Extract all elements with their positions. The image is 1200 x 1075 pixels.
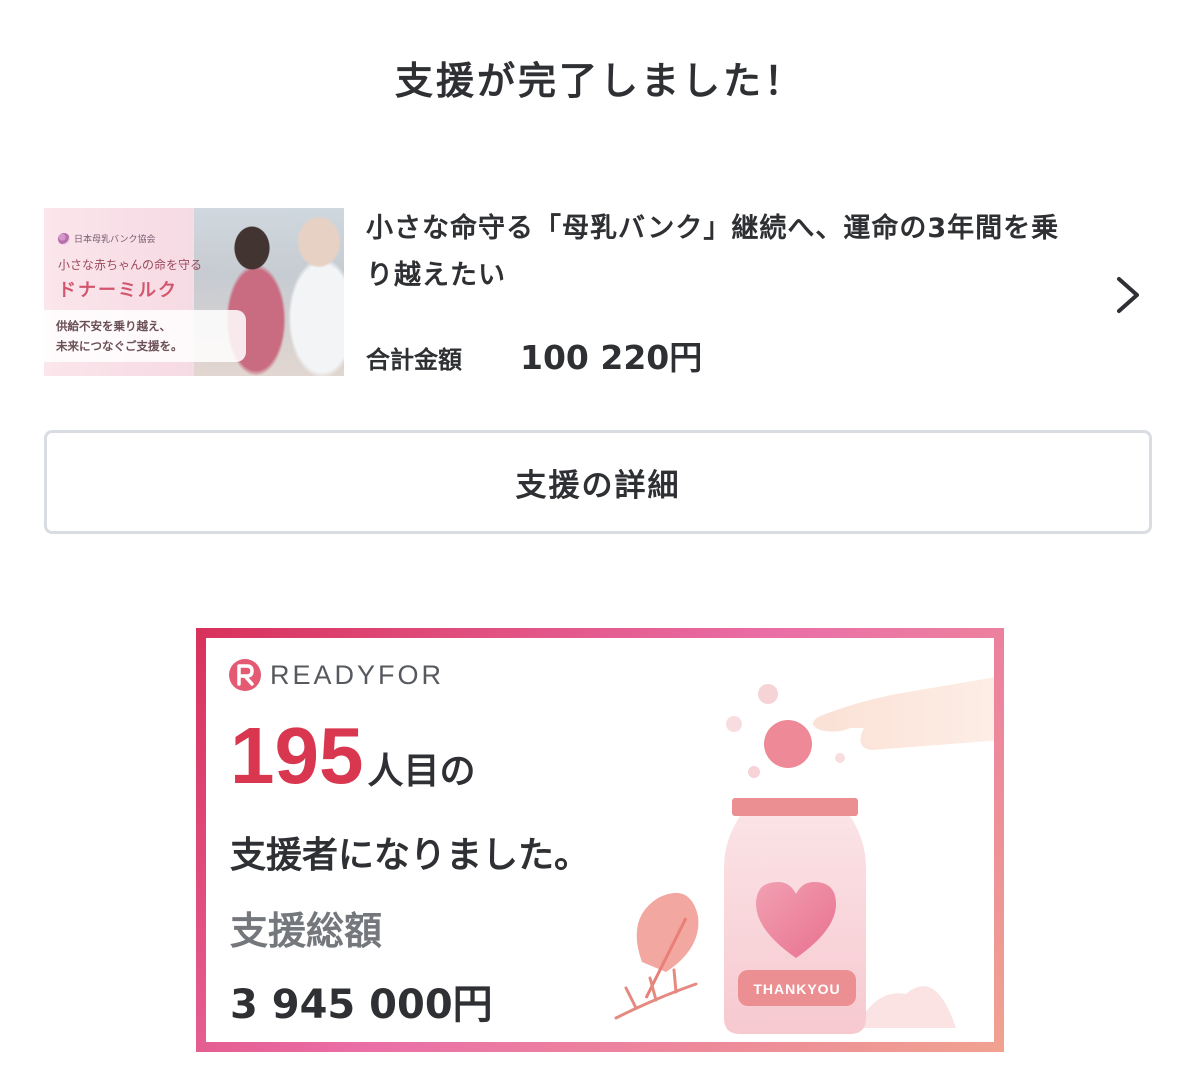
bubble bbox=[758, 684, 778, 704]
jar-label: THANKYOU bbox=[753, 981, 840, 997]
thumbnail-org-name: 日本母乳バンク協会 bbox=[74, 235, 156, 245]
page-title: 支援が完了しました！ bbox=[394, 59, 805, 103]
coin bbox=[764, 720, 812, 768]
total-support-label: 支援総額 bbox=[230, 909, 383, 953]
supporter-count: 195 bbox=[230, 711, 364, 800]
org-logo-icon bbox=[58, 232, 70, 245]
supporter-message: 支援者になりました。 bbox=[230, 835, 591, 876]
project-card[interactable]: 日本母乳バンク協会 小さな赤ちゃんの命を守る ドナーミルク 供給不安を乗り越え、… bbox=[44, 205, 1156, 380]
total-amount-value: 100 220円 bbox=[520, 338, 703, 377]
total-support-value: 3 945 000円 bbox=[230, 982, 493, 1028]
plant-leaf bbox=[636, 892, 699, 972]
banner-content: READYFOR 195 人目の 支援者になりました。 支援総額 3 945 0… bbox=[206, 638, 994, 1042]
supporter-suffix: 人目の bbox=[367, 751, 476, 792]
total-amount-label: 合計金額 bbox=[366, 346, 462, 374]
bubble bbox=[835, 753, 845, 763]
donation-jar-illustration: THANKYOU bbox=[614, 677, 994, 1034]
chevron-right-icon[interactable] bbox=[1112, 275, 1144, 315]
supporter-count-line: 195 人目の bbox=[230, 716, 476, 796]
project-title: 小さな命守る「母乳バンク」継続へ、運命の3年間を乗り越えたい bbox=[366, 213, 1060, 291]
thumbnail-subtext-line2: 未来につなぐご支援を。 bbox=[56, 339, 183, 353]
thumbnail-subtext-line1: 供給不安を乗り越え、 bbox=[56, 319, 171, 333]
bubble bbox=[748, 766, 760, 778]
ground-shape bbox=[856, 986, 956, 1028]
thumbnail-headline: ドナーミルク bbox=[58, 280, 178, 301]
bubble bbox=[726, 716, 742, 732]
brand: READYFOR bbox=[228, 658, 444, 692]
thumbnail-subtext: 供給不安を乗り越え、 未来につなぐご支援を。 bbox=[44, 310, 246, 362]
readyfor-logo-icon bbox=[229, 659, 261, 691]
thumbnail-org: 日本母乳バンク協会 bbox=[58, 232, 155, 245]
supporter-banner: READYFOR 195 人目の 支援者になりました。 支援総額 3 945 0… bbox=[196, 628, 1004, 1052]
support-details-button[interactable]: 支援の詳細 bbox=[44, 430, 1152, 534]
jar-lid bbox=[732, 798, 858, 816]
brand-name: READYFOR bbox=[270, 659, 445, 690]
hand bbox=[813, 677, 994, 750]
thumbnail-tagline: 小さな赤ちゃんの命を守る bbox=[58, 258, 203, 272]
project-thumbnail: 日本母乳バンク協会 小さな赤ちゃんの命を守る ドナーミルク 供給不安を乗り越え、… bbox=[44, 208, 344, 376]
